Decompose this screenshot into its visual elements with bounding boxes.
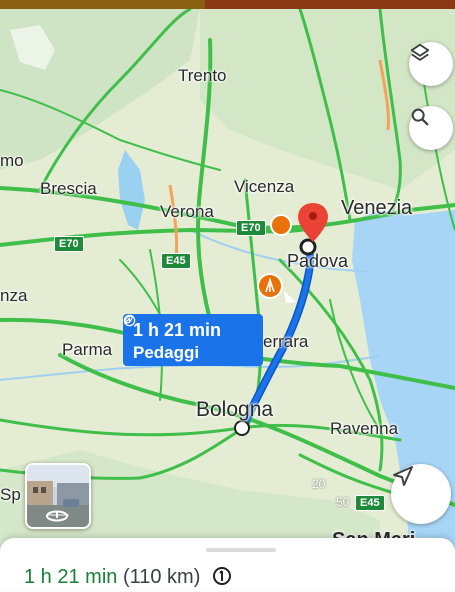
road-badge-e45-mid: E45 [161, 253, 191, 269]
status-bar-right [205, 0, 455, 9]
city-venezia: Venezia [341, 197, 413, 219]
route-bubble-duration: 1 h 21 min [133, 320, 222, 340]
layers-button[interactable] [409, 42, 453, 86]
scale-minor: 50 [336, 495, 350, 509]
status-bar-left [0, 0, 205, 9]
city-brescia: Brescia [40, 179, 97, 198]
road-badge-e70-left: E70 [54, 236, 84, 252]
city-trento: Trento [178, 66, 227, 85]
summary-duration: 1 h 21 min [24, 566, 118, 588]
navigate-button[interactable] [391, 464, 451, 524]
route-bubble-toll: Pedaggi [133, 343, 200, 362]
map-view[interactable]: Trento mo Brescia Vicenza Verona Venezia… [0, 9, 455, 549]
road-badge-e70-mid: E70 [236, 220, 266, 236]
bottom-sheet[interactable]: 1 h 21 min (110 km) [0, 538, 455, 591]
city-vicenza: Vicenza [234, 177, 295, 196]
city-ferrara: errara [263, 332, 309, 351]
toll-icon [212, 566, 232, 592]
city-ravenna: Ravenna [330, 419, 399, 438]
city-parma: Parma [62, 340, 113, 359]
status-bar-strip [0, 0, 455, 9]
street-view-thumbnail[interactable] [25, 463, 91, 529]
route-summary: 1 h 21 min (110 km) [24, 566, 232, 592]
road-badge-e45-right: E45 [355, 495, 385, 511]
city-sp: Sp [0, 485, 21, 504]
scale-major: 20 [312, 477, 326, 491]
city-bologna: Bologna [196, 398, 274, 421]
summary-distance: (110 km) [122, 566, 201, 588]
city-mo: mo [0, 151, 24, 170]
search-button[interactable] [409, 106, 453, 150]
city-nza: nza [0, 286, 28, 305]
city-verona: Verona [160, 202, 214, 221]
city-padova: Padova [287, 251, 349, 271]
drag-handle[interactable] [206, 548, 276, 552]
route-duration-bubble[interactable]: 1 h 21 min Pedaggi [123, 314, 263, 366]
